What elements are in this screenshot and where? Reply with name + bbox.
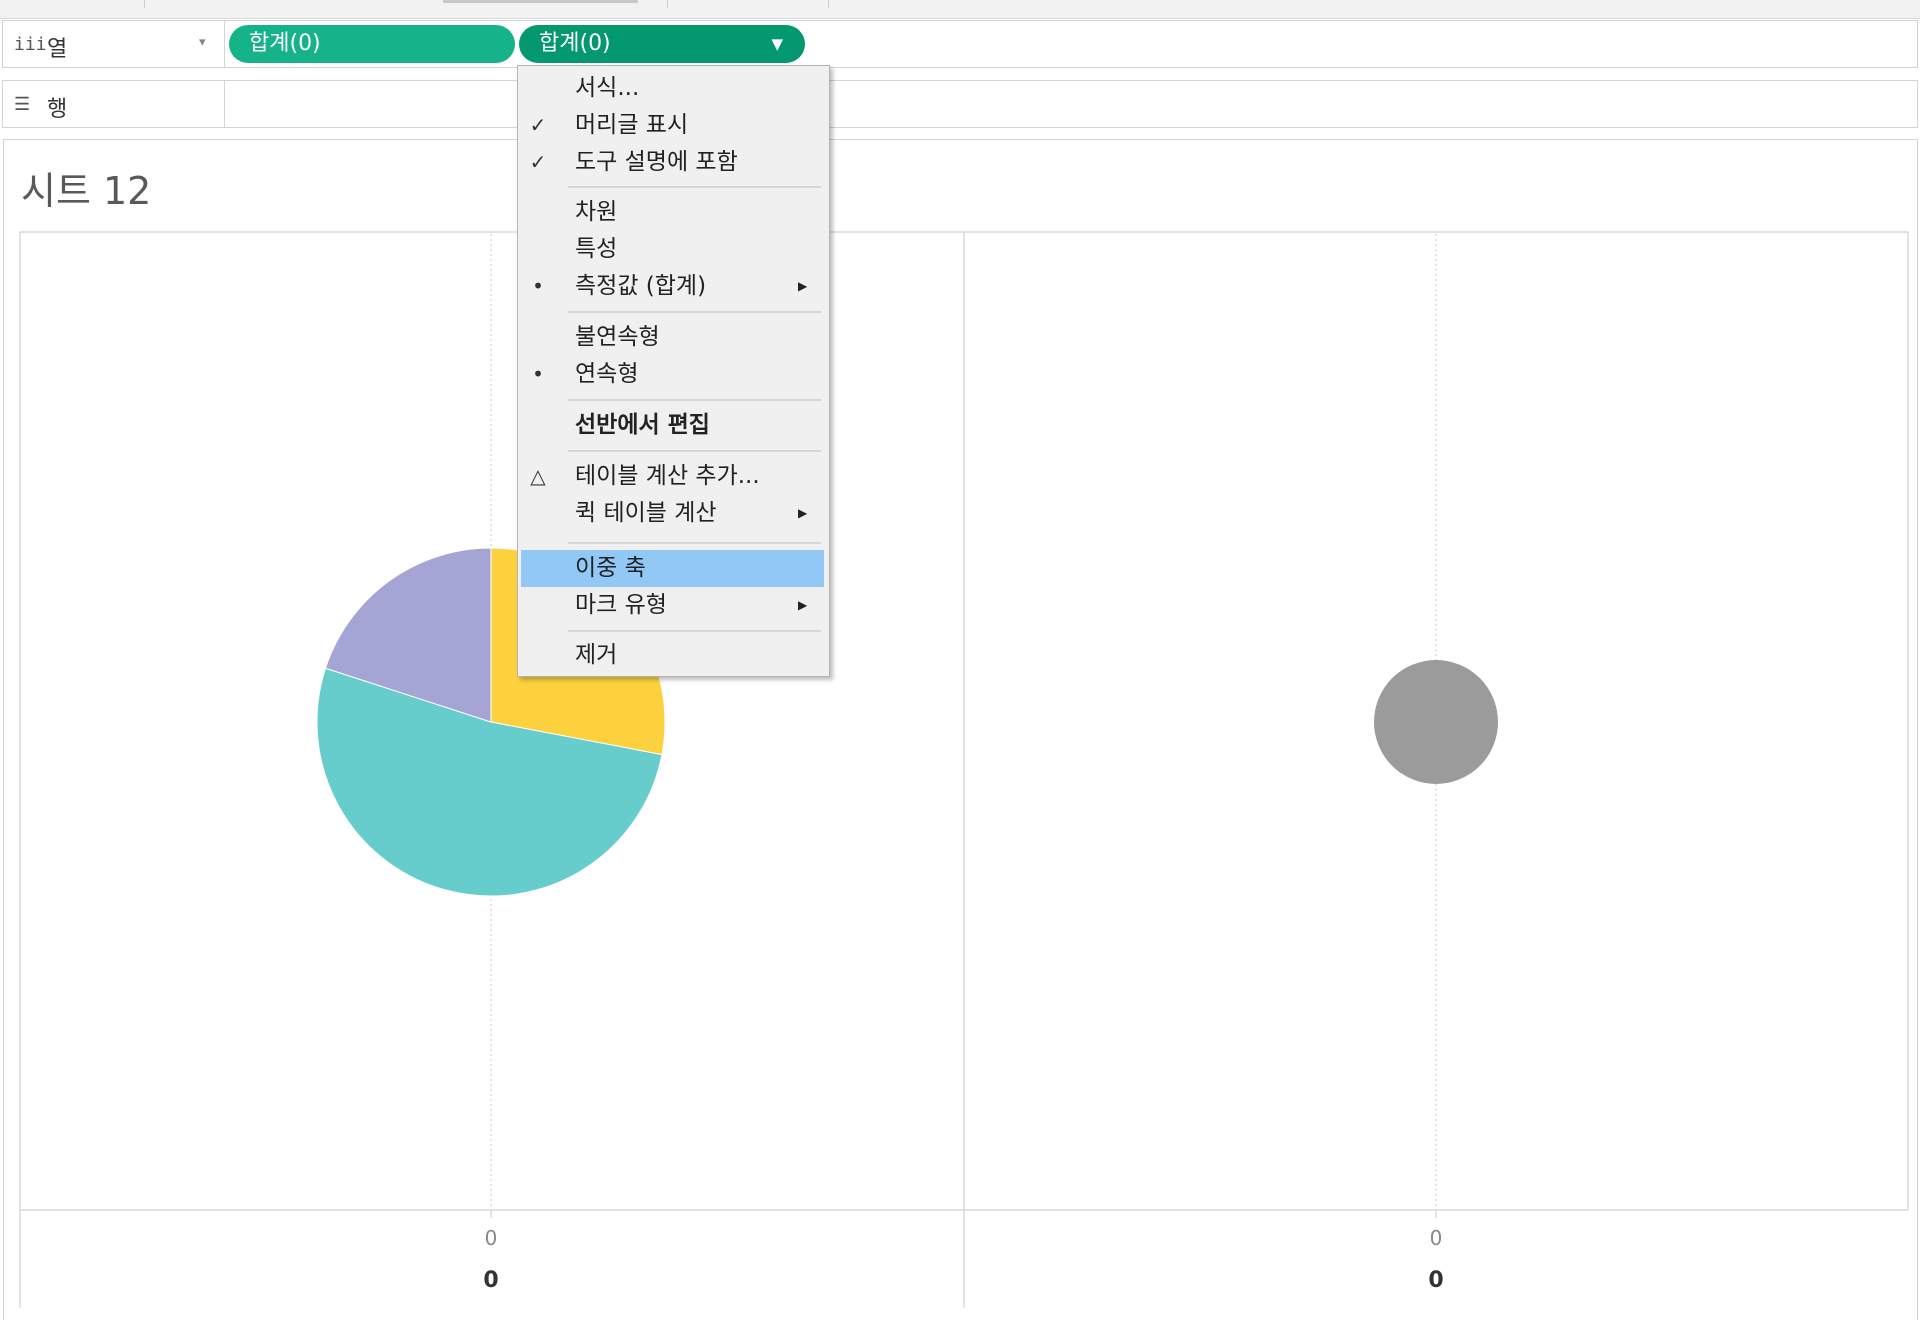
delta-icon: △ xyxy=(530,464,546,488)
menu-separator xyxy=(568,186,821,188)
x-tick-label: 0 xyxy=(484,1226,498,1250)
menu-item-dual-axis[interactable]: 이중 축 xyxy=(521,550,824,587)
circle-mark-0[interactable] xyxy=(1374,660,1498,784)
menu-item-label: 선반에서 편집 xyxy=(575,412,710,438)
menu-item-discrete[interactable]: 불연속형 xyxy=(518,319,829,356)
menu-item-label: 불연속형 xyxy=(575,324,660,350)
check-icon: ✓ xyxy=(529,113,547,137)
menu-item-label: 머리글 표시 xyxy=(575,112,689,138)
bullet-icon: • xyxy=(532,362,544,386)
menu-item-measure-sum[interactable]: • 측정값 (합계) ▶ xyxy=(518,268,829,305)
menu-item-label: 특성 xyxy=(575,236,618,262)
menu-item-format[interactable]: 서식... xyxy=(518,70,829,107)
menu-separator xyxy=(568,450,821,452)
submenu-arrow-icon: ▶ xyxy=(798,506,808,520)
menu-item-add-table-calc[interactable]: △ 테이블 계산 추가... xyxy=(518,458,829,495)
menu-item-mark-type[interactable]: 마크 유형 ▶ xyxy=(518,587,829,624)
menu-separator xyxy=(568,542,821,544)
menu-item-continuous[interactable]: • 연속형 xyxy=(518,356,829,393)
pill-context-menu[interactable]: 서식... ✓ 머리글 표시 ✓ 도구 설명에 포함 차원 특성 • 측정값 (… xyxy=(517,65,830,677)
menu-item-remove[interactable]: 제거 xyxy=(518,637,829,674)
menu-item-label: 테이블 계산 추가... xyxy=(575,463,760,489)
x-axis-label: 0 xyxy=(483,1268,499,1293)
menu-item-label: 이중 축 xyxy=(575,555,646,581)
submenu-arrow-icon: ▶ xyxy=(798,598,808,612)
check-icon: ✓ xyxy=(529,150,547,174)
menu-item-show-header[interactable]: ✓ 머리글 표시 xyxy=(518,107,829,144)
menu-item-label: 차원 xyxy=(575,199,618,225)
menu-item-include-in-tooltip[interactable]: ✓ 도구 설명에 포함 xyxy=(518,144,829,181)
menu-separator xyxy=(568,311,821,313)
chart-canvas[interactable] xyxy=(0,0,1920,1320)
submenu-arrow-icon: ▶ xyxy=(798,279,808,293)
x-axis-label: 0 xyxy=(1428,1268,1444,1293)
menu-item-quick-table-calc[interactable]: 퀵 테이블 계산 ▶ xyxy=(518,495,829,532)
chart-frame xyxy=(19,231,1909,1308)
menu-item-label: 마크 유형 xyxy=(575,592,667,618)
bullet-icon: • xyxy=(532,274,544,298)
menu-item-label: 도구 설명에 포함 xyxy=(575,149,738,175)
menu-item-attribute[interactable]: 특성 xyxy=(518,231,829,268)
menu-separator xyxy=(568,630,821,632)
menu-item-label: 측정값 (합계) xyxy=(575,273,707,299)
menu-item-label: 퀵 테이블 계산 xyxy=(575,500,717,526)
menu-item-dimension[interactable]: 차원 xyxy=(518,194,829,231)
x-tick-label: 0 xyxy=(1429,1226,1443,1250)
menu-item-label: 연속형 xyxy=(575,361,639,387)
circle-chart[interactable] xyxy=(1374,660,1498,784)
menu-item-edit-in-shelf[interactable]: 선반에서 편집 xyxy=(518,407,829,444)
menu-item-label: 서식... xyxy=(575,75,640,101)
menu-separator xyxy=(568,399,821,401)
menu-item-label: 제거 xyxy=(575,642,618,668)
